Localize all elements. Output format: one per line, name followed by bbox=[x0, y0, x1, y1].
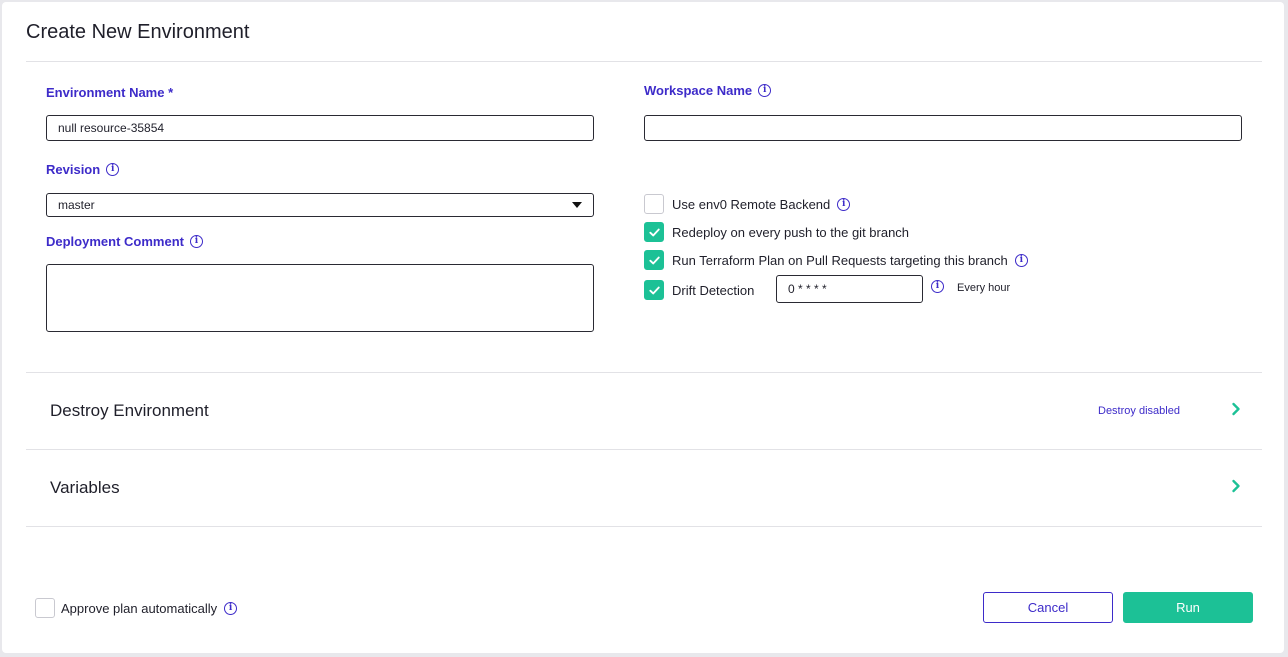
info-icon[interactable]: i bbox=[931, 280, 944, 293]
redeploy-checkbox[interactable] bbox=[644, 222, 664, 242]
info-icon[interactable]: i bbox=[106, 163, 120, 176]
variables-section[interactable]: Variables bbox=[26, 450, 1262, 526]
approve-automatically-option[interactable]: Approve plan automatically i bbox=[35, 598, 238, 618]
revision-select[interactable]: master bbox=[46, 193, 594, 217]
workspace-name-input[interactable] bbox=[644, 115, 1242, 141]
drift-detection-option[interactable]: Drift Detection bbox=[644, 280, 754, 300]
remote-backend-checkbox[interactable] bbox=[644, 194, 664, 214]
info-icon[interactable]: i bbox=[189, 235, 203, 248]
check-icon bbox=[648, 228, 660, 236]
chevron-right-icon[interactable] bbox=[1231, 402, 1241, 416]
dialog-title: Create New Environment bbox=[26, 21, 250, 43]
destroy-environment-section[interactable]: Destroy Environment Destroy disabled bbox=[26, 373, 1262, 449]
cancel-button[interactable]: Cancel bbox=[983, 592, 1113, 623]
check-icon bbox=[648, 286, 660, 294]
divider bbox=[26, 61, 1262, 62]
run-button[interactable]: Run bbox=[1123, 592, 1253, 623]
destroy-environment-title: Destroy Environment bbox=[50, 401, 209, 420]
drift-detection-checkbox[interactable] bbox=[644, 280, 664, 300]
deployment-comment-label: Deployment Comment i bbox=[46, 234, 203, 249]
approve-automatically-checkbox[interactable] bbox=[35, 598, 55, 618]
chevron-right-icon[interactable] bbox=[1231, 479, 1241, 493]
info-icon[interactable]: i bbox=[837, 197, 851, 211]
drift-schedule-text: Every hour bbox=[957, 282, 1011, 294]
remote-backend-option[interactable]: Use env0 Remote Backend i bbox=[644, 194, 851, 214]
variables-title: Variables bbox=[50, 478, 120, 497]
divider bbox=[26, 526, 1262, 527]
workspace-name-label: Workspace Name i bbox=[644, 83, 772, 98]
info-icon[interactable]: i bbox=[224, 601, 238, 615]
check-icon bbox=[648, 256, 660, 264]
plan-on-pr-option[interactable]: Run Terraform Plan on Pull Requests targ… bbox=[644, 250, 1028, 270]
plan-on-pr-checkbox[interactable] bbox=[644, 250, 664, 270]
info-icon[interactable]: i bbox=[758, 84, 772, 97]
environment-name-input[interactable]: null resource-35854 bbox=[46, 115, 594, 141]
revision-label: Revision i bbox=[46, 162, 120, 177]
drift-cron-input[interactable]: 0 * * * * bbox=[776, 275, 923, 303]
create-environment-dialog: Create New Environment Environment Name … bbox=[2, 2, 1284, 653]
deployment-comment-textarea[interactable] bbox=[46, 264, 594, 332]
destroy-disabled-note: Destroy disabled bbox=[1098, 405, 1180, 417]
caret-down-icon bbox=[572, 202, 582, 208]
info-icon[interactable]: i bbox=[1014, 253, 1028, 267]
environment-name-label: Environment Name * bbox=[46, 85, 174, 100]
redeploy-option[interactable]: Redeploy on every push to the git branch bbox=[644, 222, 909, 242]
